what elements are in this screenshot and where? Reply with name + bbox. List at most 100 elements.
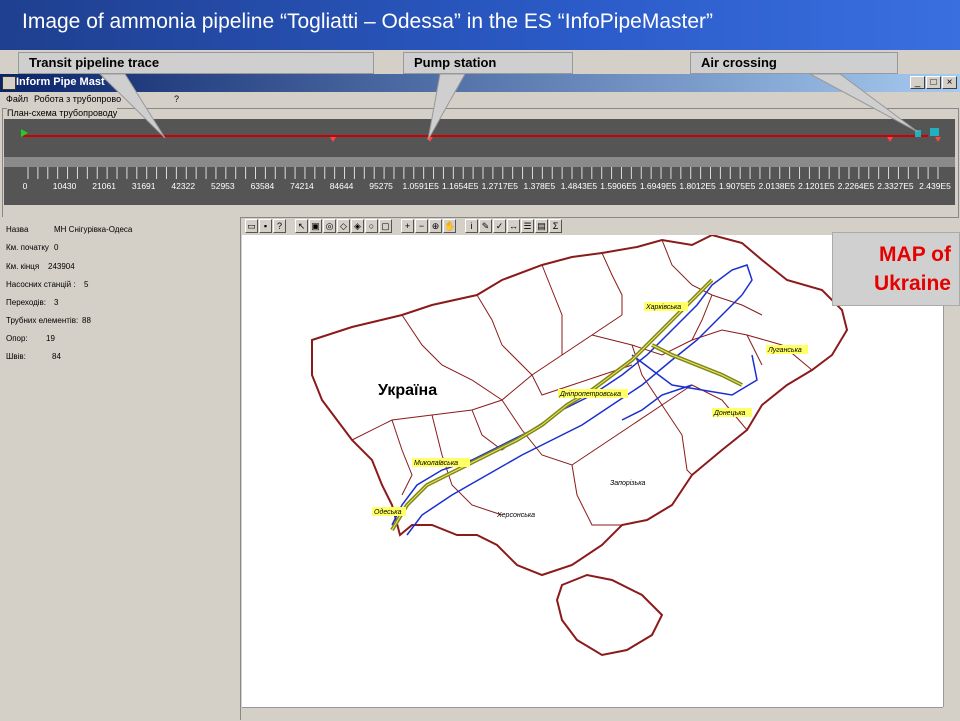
ruler-tick-label: 63584 [250, 181, 275, 191]
select-all-icon[interactable]: ▢ [379, 219, 392, 233]
info-value: 88 [82, 316, 91, 325]
ruler-tick-label: 2.3327E5 [877, 181, 914, 191]
info-row-km-start: Км. початку 0 [6, 243, 58, 252]
select-polygon-icon[interactable]: ◇ [337, 219, 350, 233]
region-label: Донецька [713, 410, 746, 417]
info-row-welds: Швів: 84 [6, 352, 61, 361]
region-label: Луганська [767, 347, 802, 354]
info-value: МН Снігурівка-Одеса [54, 225, 133, 234]
open-icon[interactable]: ▭ [245, 219, 258, 233]
sum-icon[interactable]: Σ [549, 219, 562, 233]
map-of-line-2: Ukraine [873, 272, 951, 295]
select-arrow-icon[interactable]: ↖ [295, 219, 308, 233]
ruler-tick-label: 21061 [92, 181, 116, 191]
info-row-name: Назва МН Снігурівка-Одеса [6, 225, 132, 234]
help-icon[interactable]: ? [273, 219, 286, 233]
ruler-tick-label: 1.4843E5 [560, 181, 598, 191]
pan-hand-icon[interactable]: ✋ [443, 219, 456, 233]
ruler-tick-label: 0 [22, 181, 28, 191]
map-toolbar: ▭ ▪ ? ↖ ▣ ◎ ◇ ◈ ○ ▢ + − ⊕ ✋ i ✎ ✓ ↔ ☰ ▤ … [243, 219, 573, 236]
app-window: Inform Pipe Mast _ □ × Файл Робота з тру… [0, 74, 960, 721]
pump-station-marker-icon [330, 137, 336, 142]
ruler-tick-label: 1.2717E5 [481, 181, 518, 191]
table-icon[interactable]: ▤ [535, 219, 548, 233]
callout-air-crossing: Air crossing [690, 52, 898, 74]
ruler-tick-label: 1.1654E5 [442, 181, 479, 191]
region-label: Херсонська [496, 512, 535, 519]
zoom-out-icon[interactable]: − [415, 219, 428, 233]
info-label: Трубних елементів: [6, 316, 79, 325]
maximize-button[interactable]: □ [926, 76, 941, 89]
map-horizontal-scrollbar[interactable] [242, 707, 943, 721]
ruler-tick-label: 31691 [131, 181, 156, 191]
pipeline-line [23, 135, 928, 137]
ruler-tick-label: 1.6949E5 [639, 181, 677, 191]
ruler-tick-label: 84644 [329, 181, 354, 191]
crimea-outline [555, 573, 664, 657]
pump-station-marker-icon [887, 137, 893, 142]
style-icon[interactable]: ✓ [493, 219, 506, 233]
measure-icon[interactable]: ↔ [507, 219, 520, 233]
save-icon[interactable]: ▪ [259, 219, 272, 233]
app-icon [2, 76, 16, 90]
ruler-tick-label: 10430 [52, 181, 77, 191]
region-label: Миколаївська [414, 460, 458, 467]
ruler-tick-label: 74214 [290, 181, 314, 191]
info-label: Переходів: [6, 298, 47, 307]
info-row-pipe-elements: Трубних елементів: 88 [6, 316, 91, 325]
select-radius-icon[interactable]: ○ [365, 219, 378, 233]
region-label: Дніпропетровська [559, 390, 621, 398]
slide-header: Image of ammonia pipeline “Togliatti – O… [0, 0, 960, 50]
label-icon[interactable]: ✎ [479, 219, 492, 233]
ruler-tick-label: 1.8012E5 [679, 181, 716, 191]
region-label: Харківська [645, 303, 681, 311]
region-label: Одеська [374, 508, 402, 516]
menu-pipeline-work[interactable]: Робота з трубопрово [34, 94, 121, 104]
select-circle-icon[interactable]: ◎ [323, 219, 336, 233]
info-label: Км. початку [6, 243, 49, 252]
pump-station-marker-icon [935, 137, 941, 142]
zoom-in-icon[interactable]: + [401, 219, 414, 233]
ruler-tick-label: 95275 [369, 181, 393, 191]
country-label: Україна [378, 382, 437, 399]
ruler-tick-label: 2.2264E5 [837, 181, 875, 191]
info-row-crossings: Переходів: 3 [6, 298, 58, 307]
ruler-tick-label: 1.0591E5 [402, 181, 439, 191]
info-label: Опор: [6, 334, 28, 343]
region-label: Запорізька [610, 479, 646, 487]
info-row-supports: Опор: 19 [6, 334, 55, 343]
ruler-band [4, 157, 955, 167]
ruler-tick-label: 1.378E5 [523, 181, 556, 191]
air-crossing-marker-icon [915, 130, 921, 137]
info-panel: Назва МН Снігурівка-Одеса Км. початку 0 … [0, 217, 241, 720]
slide-title: Image of ammonia pipeline “Togliatti – O… [22, 10, 714, 33]
info-label: Км. кінця [6, 262, 40, 271]
menu-help[interactable]: ? [174, 94, 179, 104]
info-value: 3 [54, 298, 59, 307]
plan-scheme-group: План-схема трубопроводу [2, 108, 959, 218]
start-marker-icon [21, 129, 28, 137]
menu-file[interactable]: Файл [6, 94, 28, 104]
minimize-button[interactable]: _ [910, 76, 925, 89]
info-label: Насосних станцій : [6, 280, 76, 289]
info-icon[interactable]: i [465, 219, 478, 233]
ruler-tick-label: 42322 [171, 181, 196, 191]
legend-icon[interactable]: ☰ [521, 219, 534, 233]
ruler-tick-label: 52953 [210, 181, 235, 191]
close-button[interactable]: × [942, 76, 957, 89]
zoom-extent-icon[interactable]: ⊕ [429, 219, 442, 233]
ruler-ticks [27, 167, 939, 179]
ruler-tick-label: 1.5906E5 [600, 181, 637, 191]
info-label: Назва [6, 225, 29, 234]
ruler-tick-label: 2.0138E5 [758, 181, 795, 191]
callout-transit-pipeline-trace: Transit pipeline trace [18, 52, 374, 74]
info-row-pump-stations: Насосних станцій : 5 [6, 280, 88, 289]
plan-scheme-label: План-схема трубопроводу [7, 108, 118, 118]
map-of-ukraine-label: MAP of Ukraine [832, 232, 960, 306]
select-layer-icon[interactable]: ◈ [351, 219, 364, 233]
ruler-tick-label: 2.439E5 [919, 181, 951, 191]
select-region-icon[interactable]: ▣ [309, 219, 322, 233]
info-row-km-end: Км. кінця 243904 [6, 262, 75, 271]
ruler-tick-label: 1.9075E5 [718, 181, 756, 191]
info-value: 0 [54, 243, 59, 252]
